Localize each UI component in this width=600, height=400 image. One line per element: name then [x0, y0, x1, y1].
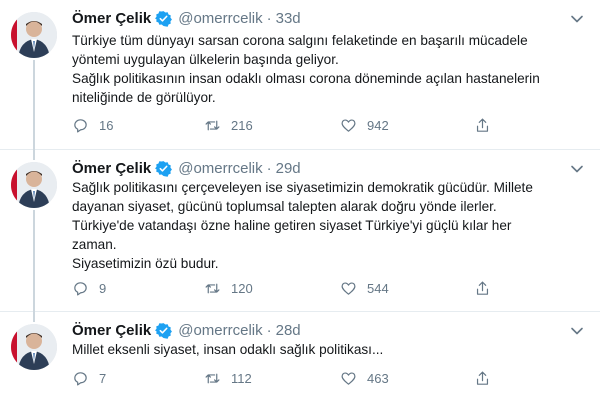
retweet-button[interactable]: 112 [204, 370, 252, 387]
retweet-icon [205, 283, 220, 293]
tweet-text: Türkiye tüm dünyayı sarsan corona salgın… [72, 31, 590, 107]
verified-badge-icon [155, 322, 173, 339]
heart-icon [341, 371, 356, 385]
tweet-text-line: Türkiye tüm dünyayı sarsan corona salgın… [72, 33, 528, 48]
author-handle[interactable]: @omerrcelik [178, 322, 262, 339]
share-button[interactable] [474, 280, 491, 297]
retweet-count: 216 [231, 117, 253, 133]
retweet-icon [205, 373, 220, 383]
tweet[interactable]: Ömer Çelik @omerrcelik · 28d Millet ekse… [0, 312, 600, 400]
tweet-text: Millet eksenli siyaset, insan odaklı sağ… [72, 340, 590, 359]
tweet-timestamp[interactable]: 33d [276, 10, 301, 27]
share-icon [476, 371, 489, 385]
reply-button[interactable]: 7 [72, 370, 106, 387]
author-handle[interactable]: @omerrcelik [178, 10, 262, 27]
retweet-button[interactable]: 120 [204, 280, 253, 297]
retweet-count: 120 [231, 280, 253, 296]
thread-line [33, 210, 35, 312]
like-count: 544 [367, 280, 389, 296]
thread-line [33, 312, 35, 322]
separator-dot: · [266, 159, 272, 177]
like-button[interactable]: 463 [340, 370, 389, 387]
like-count: 942 [367, 117, 389, 133]
verified-badge-icon [155, 160, 173, 177]
avatar[interactable] [11, 162, 57, 208]
tweet-text-line: niteliğinde de görülüyor. [72, 90, 216, 105]
thread-line [33, 150, 35, 160]
share-button[interactable] [474, 117, 491, 134]
retweet-icon [205, 120, 220, 130]
tweet-text-line: Sağlık politikasının insan odaklı olması… [72, 71, 540, 86]
tweet-actions: 16 216 942 [72, 115, 512, 135]
chevron-down-icon[interactable] [570, 324, 584, 338]
share-icon [476, 118, 489, 132]
verified-badge-icon [155, 10, 173, 27]
tweet[interactable]: Ömer Çelik @omerrcelik · 33d Türkiye tüm… [0, 0, 600, 150]
like-button[interactable]: 544 [340, 280, 389, 297]
author-handle[interactable]: @omerrcelik [178, 160, 262, 177]
tweet-text-line: yöntemi uygulayan ülkelerin başında geli… [72, 52, 339, 67]
heart-icon [341, 281, 356, 295]
tweet-actions: 9 120 544 [72, 278, 512, 298]
retweet-button[interactable]: 216 [204, 117, 253, 134]
chevron-down-icon[interactable] [570, 162, 584, 176]
avatar[interactable] [11, 324, 57, 370]
tweet-text-line: Siyasetimizin özü budur. [72, 256, 219, 271]
reply-button[interactable]: 16 [72, 117, 113, 134]
tweet-timestamp[interactable]: 28d [276, 322, 301, 339]
tweet-text-line: zaman. [72, 237, 117, 252]
tweet-text-line: Sağlık politikasını çerçeveleyen ise siy… [72, 180, 533, 195]
tweet-text: Sağlık politikasını çerçeveleyen ise siy… [72, 178, 590, 273]
author-name[interactable]: Ömer Çelik [72, 10, 151, 27]
tweet[interactable]: Ömer Çelik @omerrcelik · 29d Sağlık poli… [0, 150, 600, 312]
chevron-down-icon[interactable] [570, 12, 584, 26]
author-name[interactable]: Ömer Çelik [72, 160, 151, 177]
reply-button[interactable]: 9 [72, 280, 106, 297]
tweet-text-line: Millet eksenli siyaset, insan odaklı sağ… [72, 342, 384, 357]
like-count: 463 [367, 370, 389, 386]
heart-icon [341, 118, 356, 132]
tweet-timeline: Ömer Çelik @omerrcelik · 33d Türkiye tüm… [0, 0, 600, 400]
tweet-timestamp[interactable]: 29d [276, 160, 301, 177]
like-button[interactable]: 942 [340, 117, 389, 134]
reply-count: 16 [99, 117, 114, 133]
retweet-count: 112 [231, 370, 252, 386]
author-name[interactable]: Ömer Çelik [72, 322, 151, 339]
reply-count: 7 [99, 370, 107, 386]
avatar[interactable] [11, 12, 57, 58]
reply-count: 9 [99, 280, 107, 296]
separator-dot: · [266, 9, 272, 27]
tweet-text-line: dayanan siyaset, gücünü toplumsal talept… [72, 199, 497, 214]
separator-dot: · [266, 321, 272, 339]
share-button[interactable] [474, 370, 491, 387]
tweet-actions: 7 112 463 [72, 368, 512, 388]
reply-icon [74, 281, 87, 295]
tweet-text-line: Türkiye'de vatandaşı özne haline getiren… [72, 218, 512, 233]
reply-icon [74, 371, 87, 385]
share-icon [476, 281, 489, 295]
reply-icon [74, 118, 87, 132]
thread-line [33, 60, 35, 150]
